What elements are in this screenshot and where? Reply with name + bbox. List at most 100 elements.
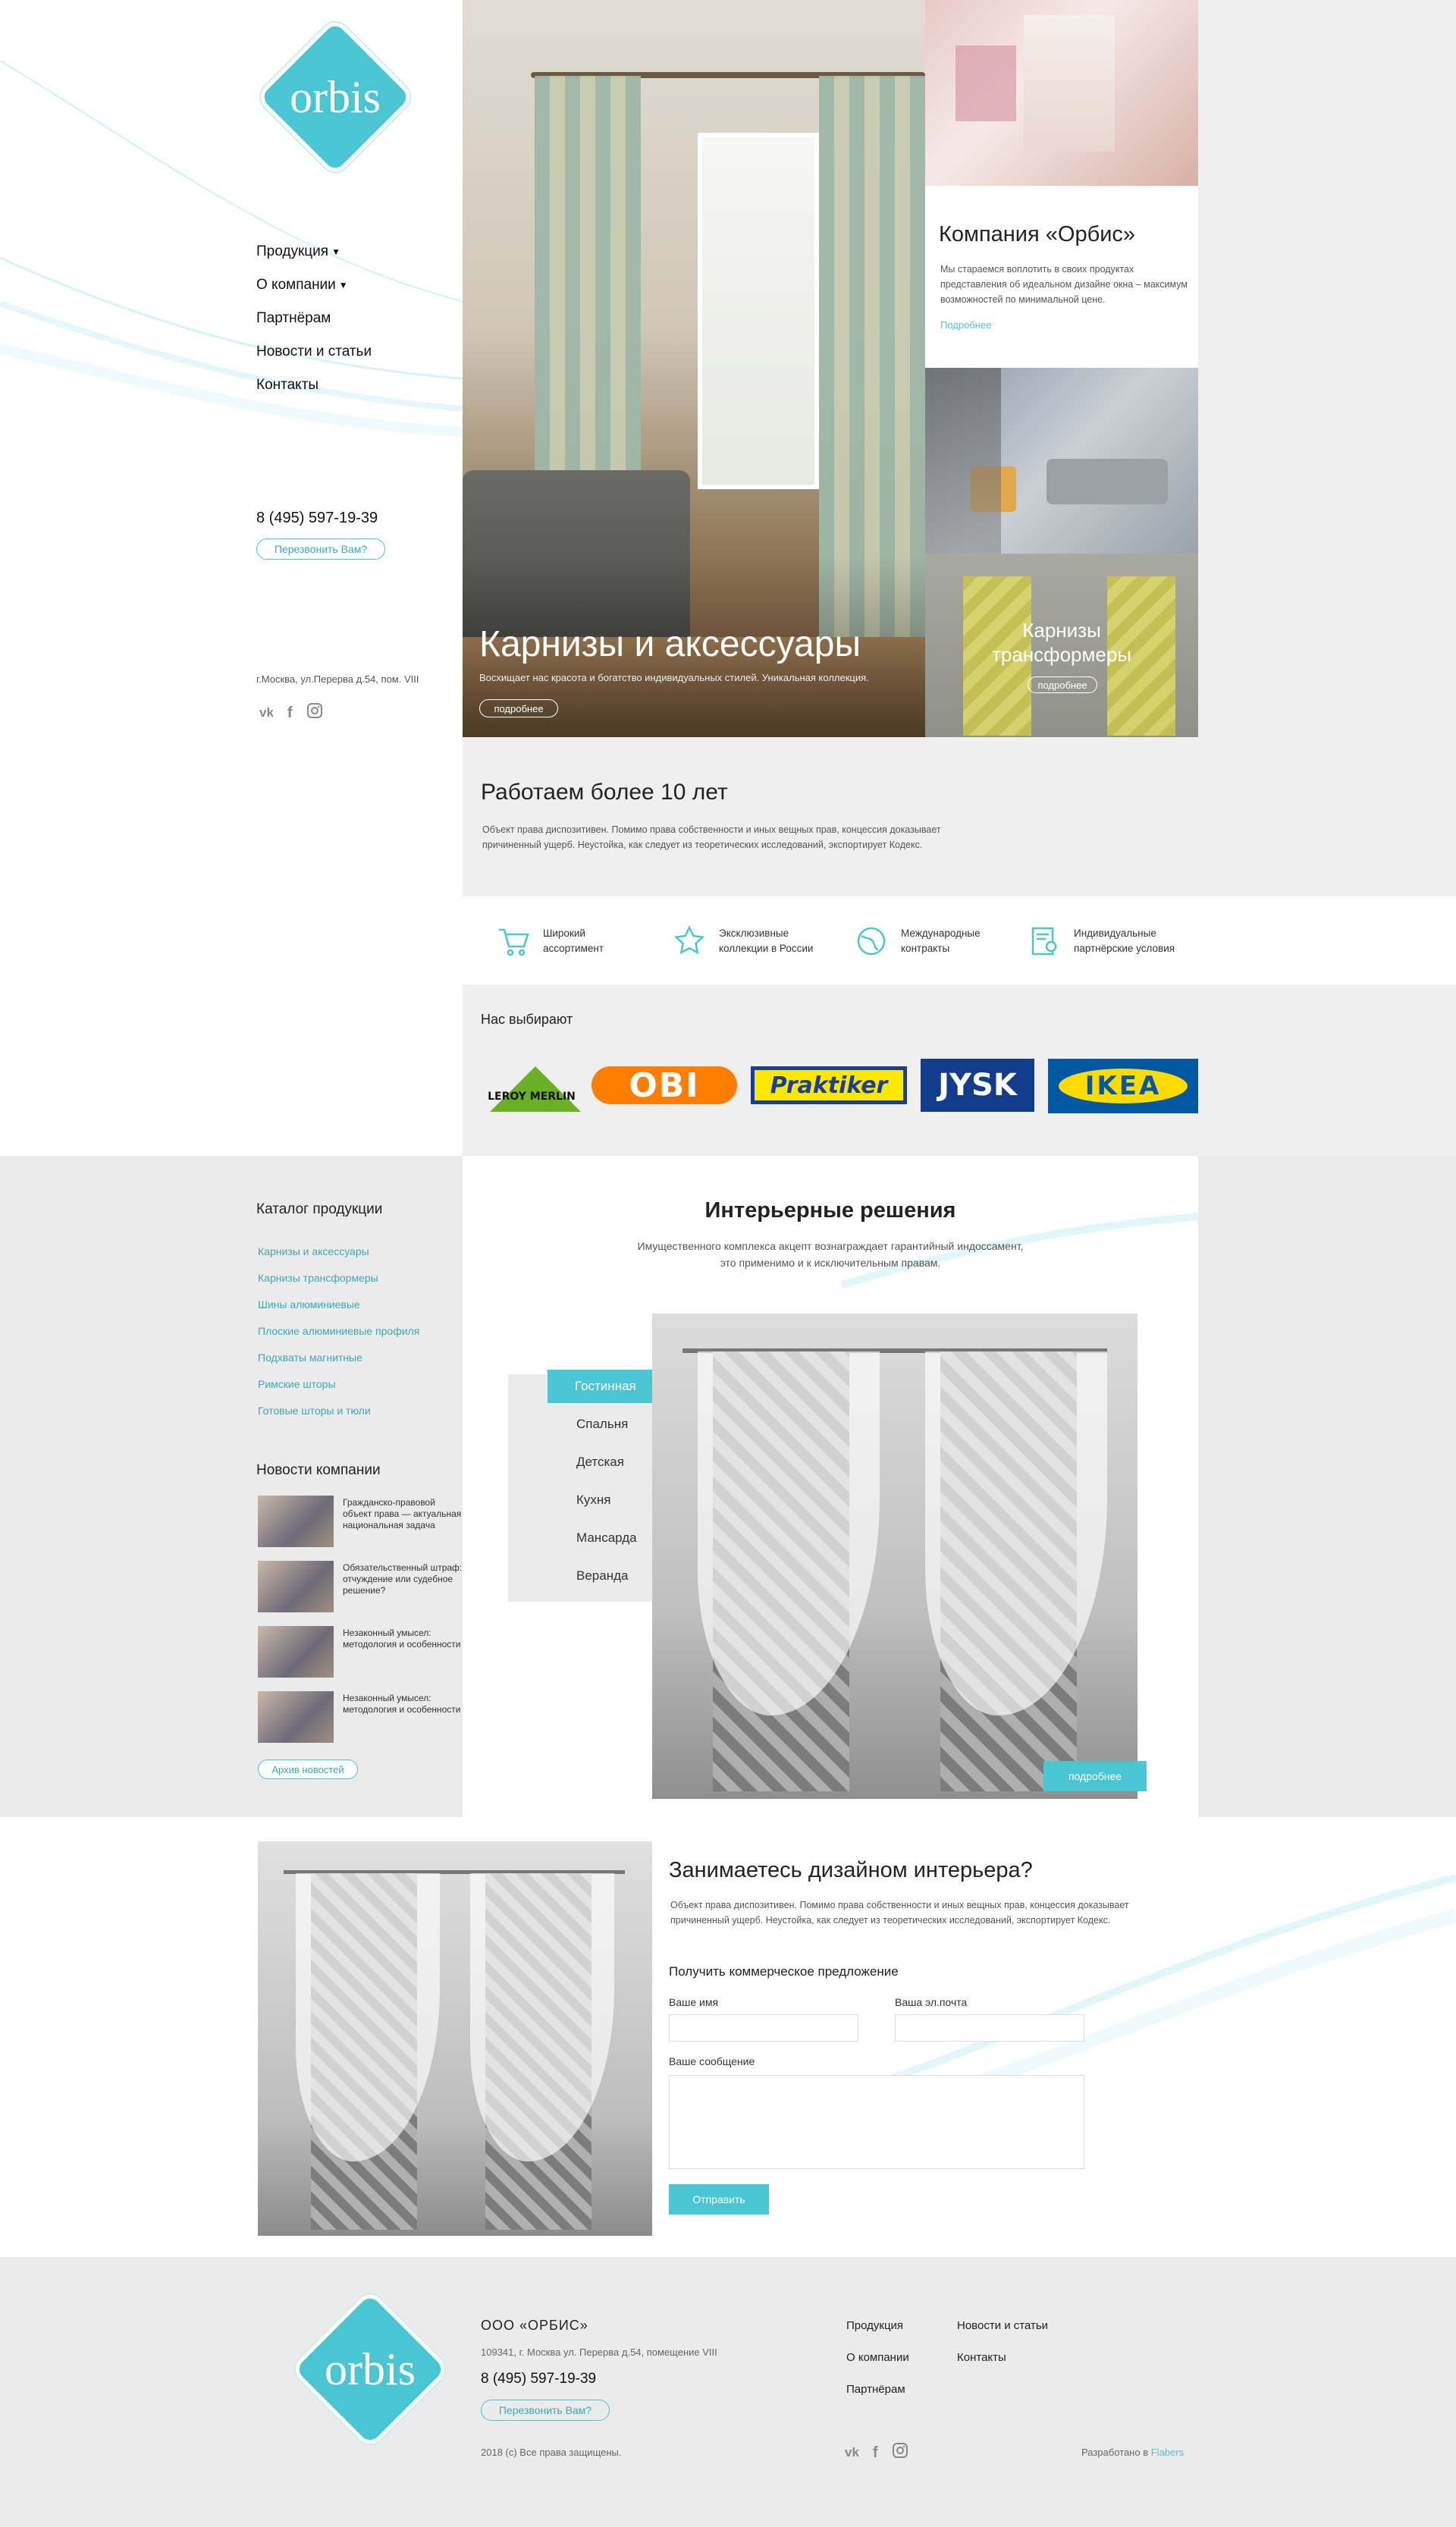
company-text: Мы стараемся воплотить в своих продуктах… (940, 264, 1188, 305)
catalog-item[interactable]: Римские шторы (258, 1370, 419, 1397)
footer-copyright: 2018 (с) Все права защищены. (481, 2447, 622, 2458)
footer-link-partners[interactable]: Партнёрам (846, 2383, 905, 2396)
footer-callback-button[interactable]: Перезвонить Вам? (481, 2400, 610, 2421)
vk-icon[interactable]: vk (845, 2445, 859, 2460)
designer-image (258, 1841, 652, 2236)
news-thumbnail (258, 1626, 334, 1678)
footer-link-about[interactable]: О компании (846, 2351, 909, 2364)
interior-text-line2: это применимо и к исключительным правам. (720, 1257, 941, 1269)
brand-obi[interactable]: OBI (592, 1066, 737, 1105)
footer-link-news[interactable]: Новости и статьи (957, 2319, 1048, 2332)
living-room-image (925, 368, 1198, 554)
transformer-tile[interactable]: Карнизы трансформеры подробнее (925, 554, 1198, 737)
caret-down-icon: ▼ (338, 280, 348, 290)
email-input[interactable] (895, 2014, 1084, 2042)
catalog-item[interactable]: Готовые шторы и тюли (258, 1397, 419, 1424)
news-item[interactable]: Незаконный умысел: методология и особенн… (258, 1691, 463, 1744)
feature-item: Широкий ассортимент (496, 924, 604, 959)
right-gray-panel (1198, 1156, 1456, 1817)
footer-link-products[interactable]: Продукция (846, 2319, 903, 2332)
facebook-icon[interactable]: f (873, 2444, 878, 2462)
form-title: Получить коммерческое предложение (669, 1964, 899, 1979)
footer-link-contacts[interactable]: Контакты (957, 2351, 1006, 2364)
catalog-item[interactable]: Шины алюминиевые (258, 1291, 419, 1317)
brand-jysk[interactable]: JYSK (921, 1059, 1034, 1112)
message-textarea[interactable] (669, 2075, 1084, 2169)
news-item[interactable]: Обязательственный штраф: отчуждение или … (258, 1561, 463, 1614)
company-card: Компания «Орбис» Мы стараемся воплотить … (925, 186, 1198, 368)
footer-logo[interactable]: orbis (294, 2293, 446, 2445)
hero-subtitle: Восхищает нас красота и богатство индиви… (479, 672, 869, 683)
sidebar-address: г.Москва, ул.Перерва д.54, пом. VIII (256, 673, 419, 685)
footer-phone[interactable]: 8 (495) 597-19-39 (481, 2371, 596, 2387)
designer-section: Занимаетесь дизайном интерьера? Объект п… (0, 1817, 1456, 2257)
name-input[interactable] (669, 2014, 858, 2042)
interior-section: Интерьерные решения Имущественного компл… (463, 1156, 1198, 1817)
nav-item-products[interactable]: Продукция ▼ (256, 235, 372, 268)
news-archive-button[interactable]: Архив новостей (258, 1759, 358, 1779)
news-item[interactable]: Незаконный умысел: методология и особенн… (258, 1626, 463, 1679)
transformer-title-line1: Карнизы (1022, 619, 1101, 642)
brands-section: Нас выбирают LEROY MERLIN OBI Praktiker … (463, 984, 1456, 1156)
logo[interactable]: orbis (260, 22, 410, 172)
developer-credit: Разработано в Flabers (1081, 2447, 1185, 2458)
about-section: Работаем более 10 лет Объект права диспо… (463, 737, 1456, 896)
nav-item-contacts[interactable]: Контакты (256, 369, 372, 402)
nav-item-about[interactable]: О компании ▼ (256, 268, 372, 302)
hero-banner[interactable]: Карнизы и аксессуары Восхищает нас красо… (463, 0, 925, 737)
callback-button[interactable]: Перезвонить Вам? (256, 538, 385, 560)
catalog-item[interactable]: Карнизы трансформеры (258, 1264, 419, 1291)
globe-icon (854, 924, 889, 959)
sidebar-phone[interactable]: 8 (495) 597-19-39 (256, 510, 378, 527)
designer-title: Занимаетесь дизайном интерьера? (669, 1858, 1033, 1882)
transformer-more-button[interactable]: подробнее (1028, 676, 1097, 693)
brand-praktiker[interactable]: Praktiker (751, 1066, 907, 1104)
footer-company-name: ООО «ОРБИС» (481, 2318, 588, 2333)
news-title: Новости компании (256, 1462, 381, 1478)
nav-item-news[interactable]: Новости и статьи (256, 335, 372, 369)
interior-text-line1: Имущественного комплекса акцепт вознагра… (637, 1240, 1024, 1252)
facebook-icon[interactable]: f (287, 705, 293, 722)
catalog-item[interactable]: Карнизы и аксессуары (258, 1238, 419, 1264)
developer-link[interactable]: Flabers (1151, 2447, 1184, 2458)
hero-more-button[interactable]: подробнее (479, 699, 558, 717)
company-more-link[interactable]: Подробнее (940, 319, 991, 331)
main-nav: Продукция ▼ О компании ▼ Партнёрам Новости… (256, 235, 372, 402)
sidebar: orbis Продукция ▼ О компании ▼ Партнёрам Н… (0, 0, 463, 1156)
catalog-item[interactable]: Подхваты магнитные (258, 1344, 419, 1370)
hero-title: Карнизы и аксессуары (479, 624, 861, 664)
brands-title: Нас выбирают (481, 1012, 573, 1027)
message-label: Ваше сообщение (669, 2055, 755, 2067)
nav-item-partners[interactable]: Партнёрам (256, 302, 372, 335)
instagram-icon[interactable] (306, 702, 323, 724)
submit-button[interactable]: Отправить (669, 2184, 769, 2215)
interior-image (652, 1314, 1138, 1799)
svg-text:LEROY MERLIN: LEROY MERLIN (488, 1091, 576, 1103)
star-icon (672, 924, 707, 959)
pink-interior-image (925, 0, 1198, 186)
catalog-item[interactable]: Плоские алюминиевые профиля (258, 1317, 419, 1344)
name-label: Ваше имя (669, 1996, 719, 2008)
social-links: vk f (259, 702, 323, 724)
news-thumbnail (258, 1496, 334, 1547)
instagram-icon[interactable] (892, 2442, 908, 2463)
footer-social-links: vk f (845, 2442, 908, 2463)
footer: orbis ООО «ОРБИС» 109341, г. Москва ул. … (0, 2257, 1456, 2527)
brand-ikea[interactable]: IKEA (1048, 1059, 1198, 1113)
about-title: Работаем более 10 лет (481, 780, 728, 805)
company-title: Компания «Орбис» (939, 222, 1136, 246)
feature-item: Международные контракты (854, 924, 981, 959)
email-label: Ваша эл.почта (895, 1996, 968, 2008)
news-item[interactable]: Гражданско-правовой объект права — актуа… (258, 1496, 463, 1549)
brand-leroy-merlin[interactable]: LEROY MERLIN (482, 1059, 581, 1113)
feature-item: Эксклюзивные коллекции в России (672, 924, 813, 959)
features-row: Широкий ассортимент Эксклюзивные коллекции… (463, 896, 1456, 984)
news-thumbnail (258, 1691, 334, 1743)
interior-more-button[interactable]: подробнее (1043, 1761, 1147, 1791)
logo-text: orbis (290, 71, 381, 122)
vk-icon[interactable]: vk (259, 705, 274, 720)
catalog-list: Карнизы и аксессуары Карнизы трансформер… (258, 1238, 419, 1424)
catalog-title: Каталог продукции (256, 1201, 383, 1217)
caret-down-icon: ▼ (331, 246, 340, 257)
designer-text: Объект права диспозитивен. Помимо права … (670, 1900, 1129, 1926)
